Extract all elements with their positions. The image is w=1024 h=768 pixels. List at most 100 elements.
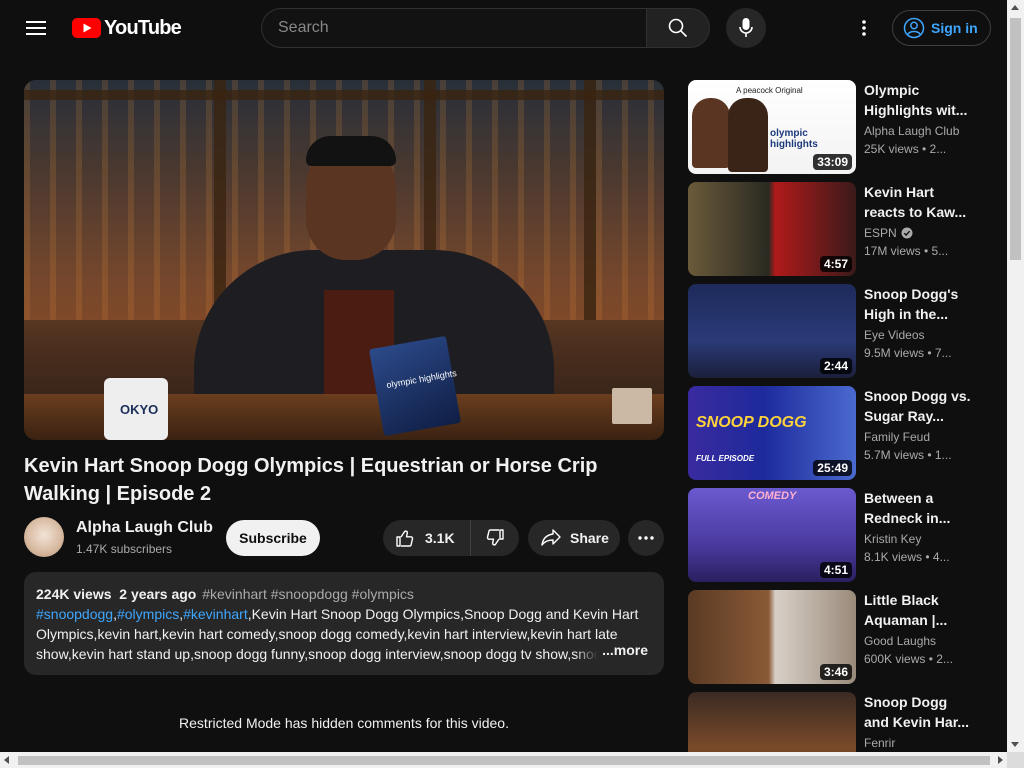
- recommendation-item[interactable]: COMEDY 4:51 Between a Redneck in... Kris…: [688, 488, 988, 584]
- recommendation-title[interactable]: Snoop Dogg's High in the...: [864, 284, 974, 324]
- more-actions-button[interactable]: [628, 520, 664, 556]
- duration-badge: 2:44: [819, 358, 852, 374]
- hashtag-link[interactable]: #snoopdogg: [36, 606, 113, 622]
- recommendation-meta: 600K views • 2...: [864, 652, 953, 666]
- recommendation-channel: Family Feud: [864, 430, 930, 444]
- account-icon: [903, 17, 925, 39]
- settings-more-button[interactable]: [848, 12, 880, 44]
- youtube-logo[interactable]: YouTube: [72, 16, 182, 40]
- masthead: YouTube Sign in: [0, 0, 1007, 56]
- subscriber-count: 1.47K subscribers: [76, 542, 173, 556]
- recommendation-meta: 25K views • 2...: [864, 142, 947, 156]
- upload-age: 2 years ago: [119, 586, 197, 602]
- baby-photo: [612, 388, 652, 424]
- duration-badge: 3:46: [819, 664, 852, 680]
- channel-label: Family Feud: [864, 430, 931, 444]
- share-button[interactable]: Share: [528, 520, 620, 556]
- recommendation-meta: 17M views • 5...: [864, 244, 949, 258]
- channel-label: Eye Videos: [864, 328, 925, 342]
- video-thumbnail[interactable]: A peacock Original olympic highlights 33…: [688, 80, 856, 174]
- share-label: Share: [570, 530, 609, 546]
- recommendation-title[interactable]: Kevin Hart reacts to Kaw...: [864, 182, 974, 222]
- search-input[interactable]: [278, 19, 647, 37]
- channel-avatar[interactable]: [24, 517, 64, 557]
- recommendation-item[interactable]: SNOOP DOGG FULL EPISODE 25:49 Snoop Dogg…: [688, 386, 988, 482]
- channel-label: Good Laughs: [864, 634, 937, 648]
- video-title: Kevin Hart Snoop Dogg Olympics | Equestr…: [24, 455, 598, 505]
- channel-label: Fenrir: [864, 736, 896, 750]
- scroll-right-arrow-icon[interactable]: [998, 756, 1003, 764]
- scrollbar-corner: [1007, 752, 1024, 768]
- microphone-icon: [739, 18, 753, 37]
- description-box[interactable]: 224K views 2 years ago #kevinhart #snoop…: [24, 572, 664, 675]
- like-button[interactable]: 3.1K: [383, 520, 471, 556]
- scroll-down-arrow-icon[interactable]: [1011, 742, 1019, 747]
- youtube-play-icon: [72, 18, 101, 38]
- recommendation-channel: Good Laughs: [864, 634, 936, 648]
- recommendation-channel: Fenrir: [864, 736, 895, 750]
- thumbnail-text: FULL EPISODE: [696, 454, 755, 463]
- recommendation-meta: 9.5M views • 7...: [864, 346, 952, 360]
- share-icon: [541, 529, 561, 546]
- hashtag-link[interactable]: #kevinhart: [183, 606, 248, 622]
- scroll-up-arrow-icon[interactable]: [1011, 5, 1019, 10]
- view-count: 224K views: [36, 586, 112, 602]
- verified-icon: [901, 227, 913, 239]
- recommendation-title[interactable]: Olympic Highlights wit...: [864, 80, 974, 120]
- book: [368, 335, 462, 437]
- recommendation-channel: Kristin Key: [864, 532, 921, 546]
- logo-text: YouTube: [104, 16, 182, 39]
- duration-badge: 25:49: [813, 460, 852, 476]
- hamburger-icon: [26, 21, 46, 35]
- video-player[interactable]: OKYO olympic highlights: [24, 80, 664, 440]
- channel-name[interactable]: Alpha Laugh Club: [76, 519, 213, 537]
- recommendation-item[interactable]: 4:57 Kevin Hart reacts to Kaw... ESPN 17…: [688, 182, 988, 278]
- video-thumbnail[interactable]: COMEDY 4:51: [688, 488, 856, 582]
- channel-label: Alpha Laugh Club: [864, 124, 960, 138]
- description-meta: 224K views 2 years ago #kevinhart #snoop…: [36, 584, 652, 604]
- search-button[interactable]: [646, 8, 710, 48]
- menu-button[interactable]: [18, 10, 54, 46]
- show-more-button[interactable]: ...more: [574, 640, 648, 660]
- recommendation-item[interactable]: 3:46 Little Black Aquaman |... Good Laug…: [688, 590, 988, 686]
- search-icon: [668, 18, 688, 38]
- recommendation-title[interactable]: Snoop Dogg and Kevin Har...: [864, 692, 974, 732]
- thumbnail-text: olympic highlights: [770, 128, 818, 150]
- channel-label: ESPN: [864, 226, 897, 240]
- vertical-scroll-thumb[interactable]: [1010, 18, 1021, 260]
- voice-search-button[interactable]: [726, 8, 766, 48]
- vertical-scrollbar[interactable]: [1007, 0, 1024, 752]
- scroll-left-arrow-icon[interactable]: [4, 756, 9, 764]
- subscribe-button[interactable]: Subscribe: [226, 520, 320, 556]
- dislike-button[interactable]: [471, 520, 519, 556]
- horizontal-scroll-thumb[interactable]: [18, 756, 990, 765]
- recommendation-channel: ESPN: [864, 226, 913, 240]
- recommendation-title[interactable]: Little Black Aquaman |...: [864, 590, 974, 630]
- video-thumbnail[interactable]: 3:46: [688, 590, 856, 684]
- recommendation-item[interactable]: A peacock Original olympic highlights 33…: [688, 80, 988, 176]
- restricted-mode-notice: Restricted Mode has hidden comments for …: [179, 715, 509, 731]
- recommendation-channel: Eye Videos: [864, 328, 925, 342]
- thumbnail-text: A peacock Original: [736, 86, 803, 95]
- video-thumbnail[interactable]: [688, 692, 856, 752]
- like-dislike-group: 3.1K: [383, 520, 519, 556]
- duration-badge: 4:57: [819, 256, 852, 272]
- recommendation-title[interactable]: Between a Redneck in...: [864, 488, 974, 528]
- mug-text: OKYO: [120, 402, 159, 417]
- vertical-dots-icon: [862, 20, 866, 36]
- sign-in-button[interactable]: Sign in: [892, 10, 991, 46]
- recommendation-meta: 8.1K views • 4...: [864, 550, 950, 564]
- video-thumbnail[interactable]: 2:44: [688, 284, 856, 378]
- video-thumbnail[interactable]: 4:57: [688, 182, 856, 276]
- recommendation-item[interactable]: 2:44 Snoop Dogg's High in the... Eye Vid…: [688, 284, 988, 380]
- duration-badge: 4:51: [819, 562, 852, 578]
- hashtag-link[interactable]: #olympics: [117, 606, 179, 622]
- recommendation-item[interactable]: Snoop Dogg and Kevin Har... Fenrir: [688, 692, 988, 752]
- video-thumbnail[interactable]: SNOOP DOGG FULL EPISODE 25:49: [688, 386, 856, 480]
- thumbs-up-icon: [396, 530, 414, 547]
- thumbs-down-icon: [486, 529, 504, 546]
- search-box: [261, 8, 647, 48]
- hashtags[interactable]: #kevinhart #snoopdogg #olympics: [202, 586, 414, 602]
- horizontal-scrollbar[interactable]: [0, 752, 1007, 768]
- recommendation-title[interactable]: Snoop Dogg vs. Sugar Ray...: [864, 386, 974, 426]
